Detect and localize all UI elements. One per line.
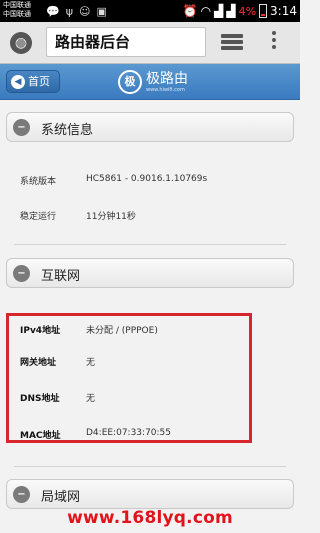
logo-url: www.hiwifi.com bbox=[146, 86, 185, 93]
status-right: ⏰ ◠ ▟ ▟ 4% 3:14 bbox=[183, 2, 297, 20]
highlight-box bbox=[6, 313, 252, 443]
row-value: HC5861 - 0.9016.1.10769s bbox=[86, 174, 208, 184]
app-header: ◀ 首页 极 极路由 www.hiwifi.com bbox=[0, 64, 300, 100]
url-bar[interactable]: 路由器后台 bbox=[46, 27, 206, 57]
browser-toolbar: ◍ 路由器后台 bbox=[0, 22, 300, 64]
section-title: 局域网 bbox=[41, 490, 81, 505]
section-title: 系统信息 bbox=[41, 123, 94, 138]
info-row: 系统版本 HC5861 - 0.9016.1.10769s bbox=[20, 170, 280, 190]
home-button[interactable]: ◀ 首页 bbox=[6, 70, 60, 93]
carrier-1: 中国联通 bbox=[3, 1, 31, 9]
image-icon: ▣ bbox=[96, 4, 107, 18]
clock: 3:14 bbox=[270, 4, 297, 18]
notification-icons: 💬 ψ ☺ ▣ bbox=[46, 3, 107, 19]
wifi-icon: ◠ bbox=[200, 4, 212, 18]
divider bbox=[14, 244, 286, 245]
chat-icon: 💬 bbox=[46, 4, 60, 18]
signal-icon: ▟ bbox=[214, 4, 224, 18]
row-label: 系统版本 bbox=[20, 177, 57, 187]
row-label: 稳定运行 bbox=[20, 212, 57, 222]
carrier-labels: 中国联通 中国联通 bbox=[3, 1, 31, 19]
battery-icon bbox=[259, 4, 268, 18]
section-system-info[interactable]: − 系统信息 bbox=[6, 112, 294, 142]
minus-icon: − bbox=[13, 265, 30, 282]
section-internet[interactable]: − 互联网 bbox=[6, 258, 294, 288]
watermark: www.168lyq.com bbox=[67, 508, 233, 528]
user-icon: ☺ bbox=[78, 4, 91, 18]
info-row: 稳定运行 11分钟11秒 bbox=[20, 205, 280, 225]
home-button-label: 首页 bbox=[28, 75, 50, 88]
battery-percent: 4% bbox=[238, 4, 257, 18]
signal-2-icon: ▟ bbox=[226, 4, 236, 18]
alarm-icon: ⏰ bbox=[182, 4, 198, 18]
more-menu-icon[interactable] bbox=[270, 31, 278, 55]
back-arrow-icon: ◀ bbox=[11, 74, 25, 89]
logo-text: 极路由 bbox=[146, 70, 188, 87]
minus-icon: − bbox=[13, 119, 30, 136]
minus-icon: − bbox=[13, 486, 30, 503]
hiwifi-logo: 极 极路由 www.hiwifi.com bbox=[118, 68, 188, 96]
carrier-2: 中国联通 bbox=[3, 10, 31, 18]
section-title: 互联网 bbox=[41, 269, 81, 284]
globe-icon[interactable]: ◍ bbox=[10, 32, 32, 54]
divider bbox=[14, 466, 286, 467]
row-value: 11分钟11秒 bbox=[86, 212, 136, 222]
usb-icon: ψ bbox=[65, 4, 73, 18]
tabs-icon[interactable] bbox=[221, 34, 243, 52]
logo-mark-icon: 极 bbox=[118, 70, 142, 94]
status-bar: 中国联通 中国联通 💬 ψ ☺ ▣ ⏰ ◠ ▟ ▟ 4% 3:14 bbox=[0, 0, 300, 22]
section-lan[interactable]: − 局域网 bbox=[6, 479, 294, 509]
